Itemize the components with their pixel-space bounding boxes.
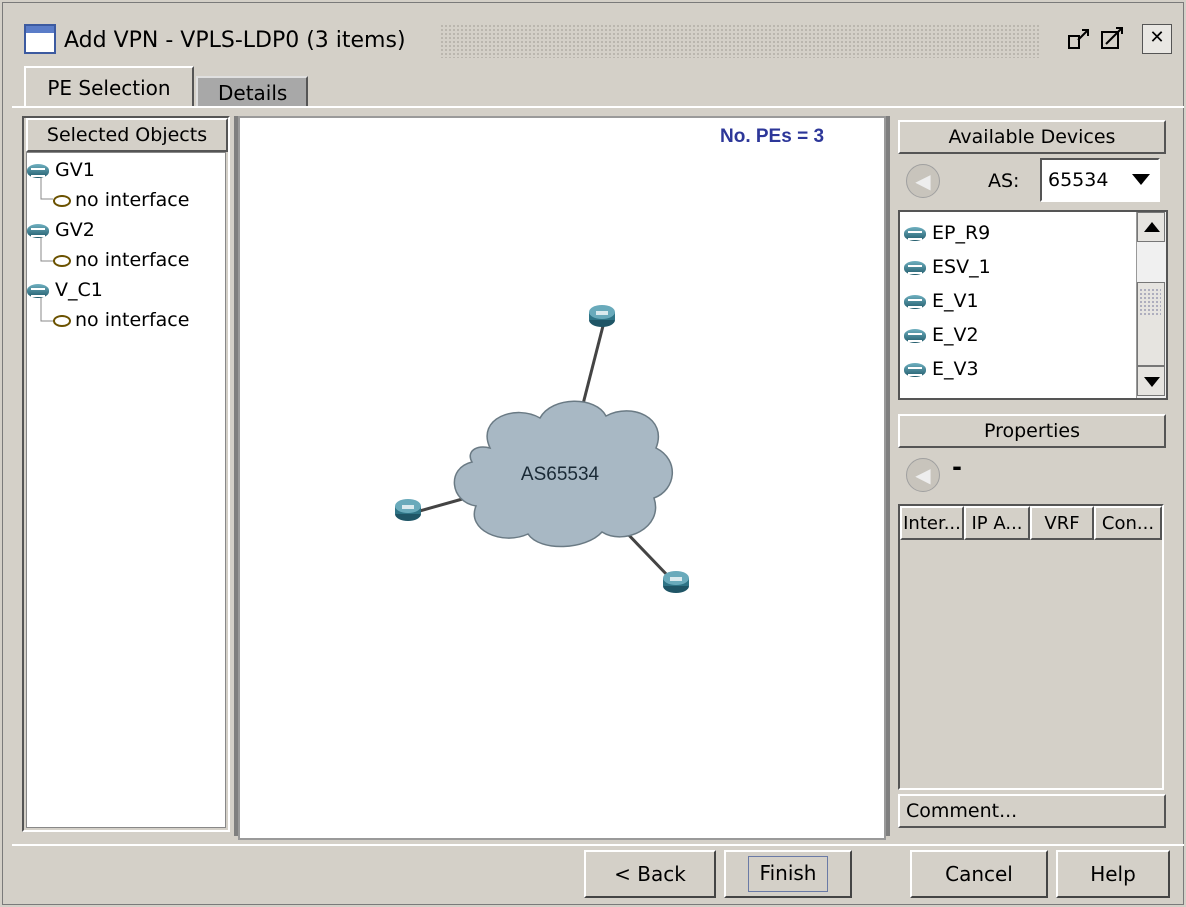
router-icon [904,294,926,309]
back-arrow-icon[interactable]: ◀ [906,458,940,492]
interface-label: no interface [75,189,190,211]
router-icon[interactable] [395,499,421,521]
interface-icon [53,194,71,207]
finish-button[interactable]: Finish [724,850,852,898]
cancel-button[interactable]: Cancel [910,850,1048,898]
scroll-up-button[interactable] [1137,212,1165,242]
device-name: ESV_1 [932,256,991,278]
router-icon [904,362,926,377]
link-line [415,496,467,514]
device-name: E_V3 [932,358,979,380]
list-item[interactable]: EP_R9 [900,216,1138,250]
router-icon[interactable] [589,305,615,327]
list-item[interactable]: E_V1 [900,284,1138,318]
device-name: V_C1 [55,279,103,301]
as-cloud-label: AS65534 [521,464,600,485]
device-name: GV1 [55,159,95,181]
device-name: E_V1 [932,290,979,312]
properties-title: - [952,453,962,481]
arrow-down-icon [1144,377,1160,387]
help-button[interactable]: Help [1056,850,1170,898]
back-button[interactable]: < Back [584,850,716,898]
device-name: E_V2 [932,324,979,346]
router-icon [27,223,49,238]
router-icon [27,163,49,178]
window-icon [24,24,56,54]
available-devices-header: Available Devices [898,120,1166,154]
selected-objects-header: Selected Objects [26,118,228,152]
device-list-items: EP_R9 ESV_1 E_V1 E_V2 E_V3 [900,216,1138,386]
interface-icon [53,314,71,327]
router-icon [904,226,926,241]
scroll-down-button[interactable] [1137,366,1165,396]
router-icon [27,283,49,298]
column-header[interactable]: VRF [1030,506,1094,540]
minimize-icon[interactable] [1064,24,1094,54]
right-splitter[interactable] [886,116,890,836]
list-item[interactable]: ESV_1 [900,250,1138,284]
available-devices-list[interactable]: EP_R9 ESV_1 E_V1 E_V2 E_V3 [898,210,1168,400]
chevron-down-icon [1132,174,1150,185]
window-title: Add VPN - VPLS-LDP0 (3 items) [64,28,406,53]
router-icon [904,260,926,275]
comment-button[interactable]: Comment... [898,794,1166,828]
pe-count-label: No. PEs = 3 [720,126,825,147]
tree-item-interface[interactable]: no interface [27,305,227,335]
properties-header: Properties [898,414,1166,448]
as-select-value: 65534 [1048,169,1109,191]
topology-diagram: AS65534 [395,305,689,593]
tree-item-device[interactable]: GV1 [27,155,227,185]
arrow-up-icon [1144,222,1160,232]
column-header[interactable]: IP A... [964,506,1030,540]
scroll-grip [1139,288,1161,316]
tree-item-device[interactable]: GV2 [27,215,227,245]
title-bar-texture [440,24,1040,58]
link-line [580,321,606,409]
device-name: GV2 [55,219,95,241]
as-select[interactable]: 65534 [1040,158,1160,202]
router-icon [904,328,926,343]
back-arrow-icon[interactable]: ◀ [906,164,940,198]
tree-item-interface[interactable]: no interface [27,185,227,215]
interface-label: no interface [75,309,190,331]
list-item[interactable]: E_V3 [900,352,1138,386]
selected-objects-tree[interactable]: GV1 no interface GV2 no interface V_C1 n… [26,152,226,828]
interface-label: no interface [75,249,190,271]
column-header[interactable]: Con... [1094,506,1162,540]
properties-table[interactable]: Inter... IP A... VRF Con... [898,504,1164,790]
column-header[interactable]: Inter... [900,506,964,540]
tree-item-interface[interactable]: no interface [27,245,227,275]
interface-icon [53,254,71,267]
finish-button-label: Finish [748,856,828,892]
list-item[interactable]: E_V2 [900,318,1138,352]
as-label: AS: [988,170,1020,192]
close-icon[interactable]: ✕ [1142,24,1172,54]
tab-details[interactable]: Details [196,76,308,108]
router-icon[interactable] [663,571,689,593]
device-name: EP_R9 [932,222,991,244]
tree-item-device[interactable]: V_C1 [27,275,227,305]
topology-canvas[interactable]: AS65534 [238,116,886,840]
tab-pe-selection[interactable]: PE Selection [24,66,194,108]
maximize-icon[interactable] [1098,24,1128,54]
device-list-scrollbar[interactable] [1136,212,1166,398]
